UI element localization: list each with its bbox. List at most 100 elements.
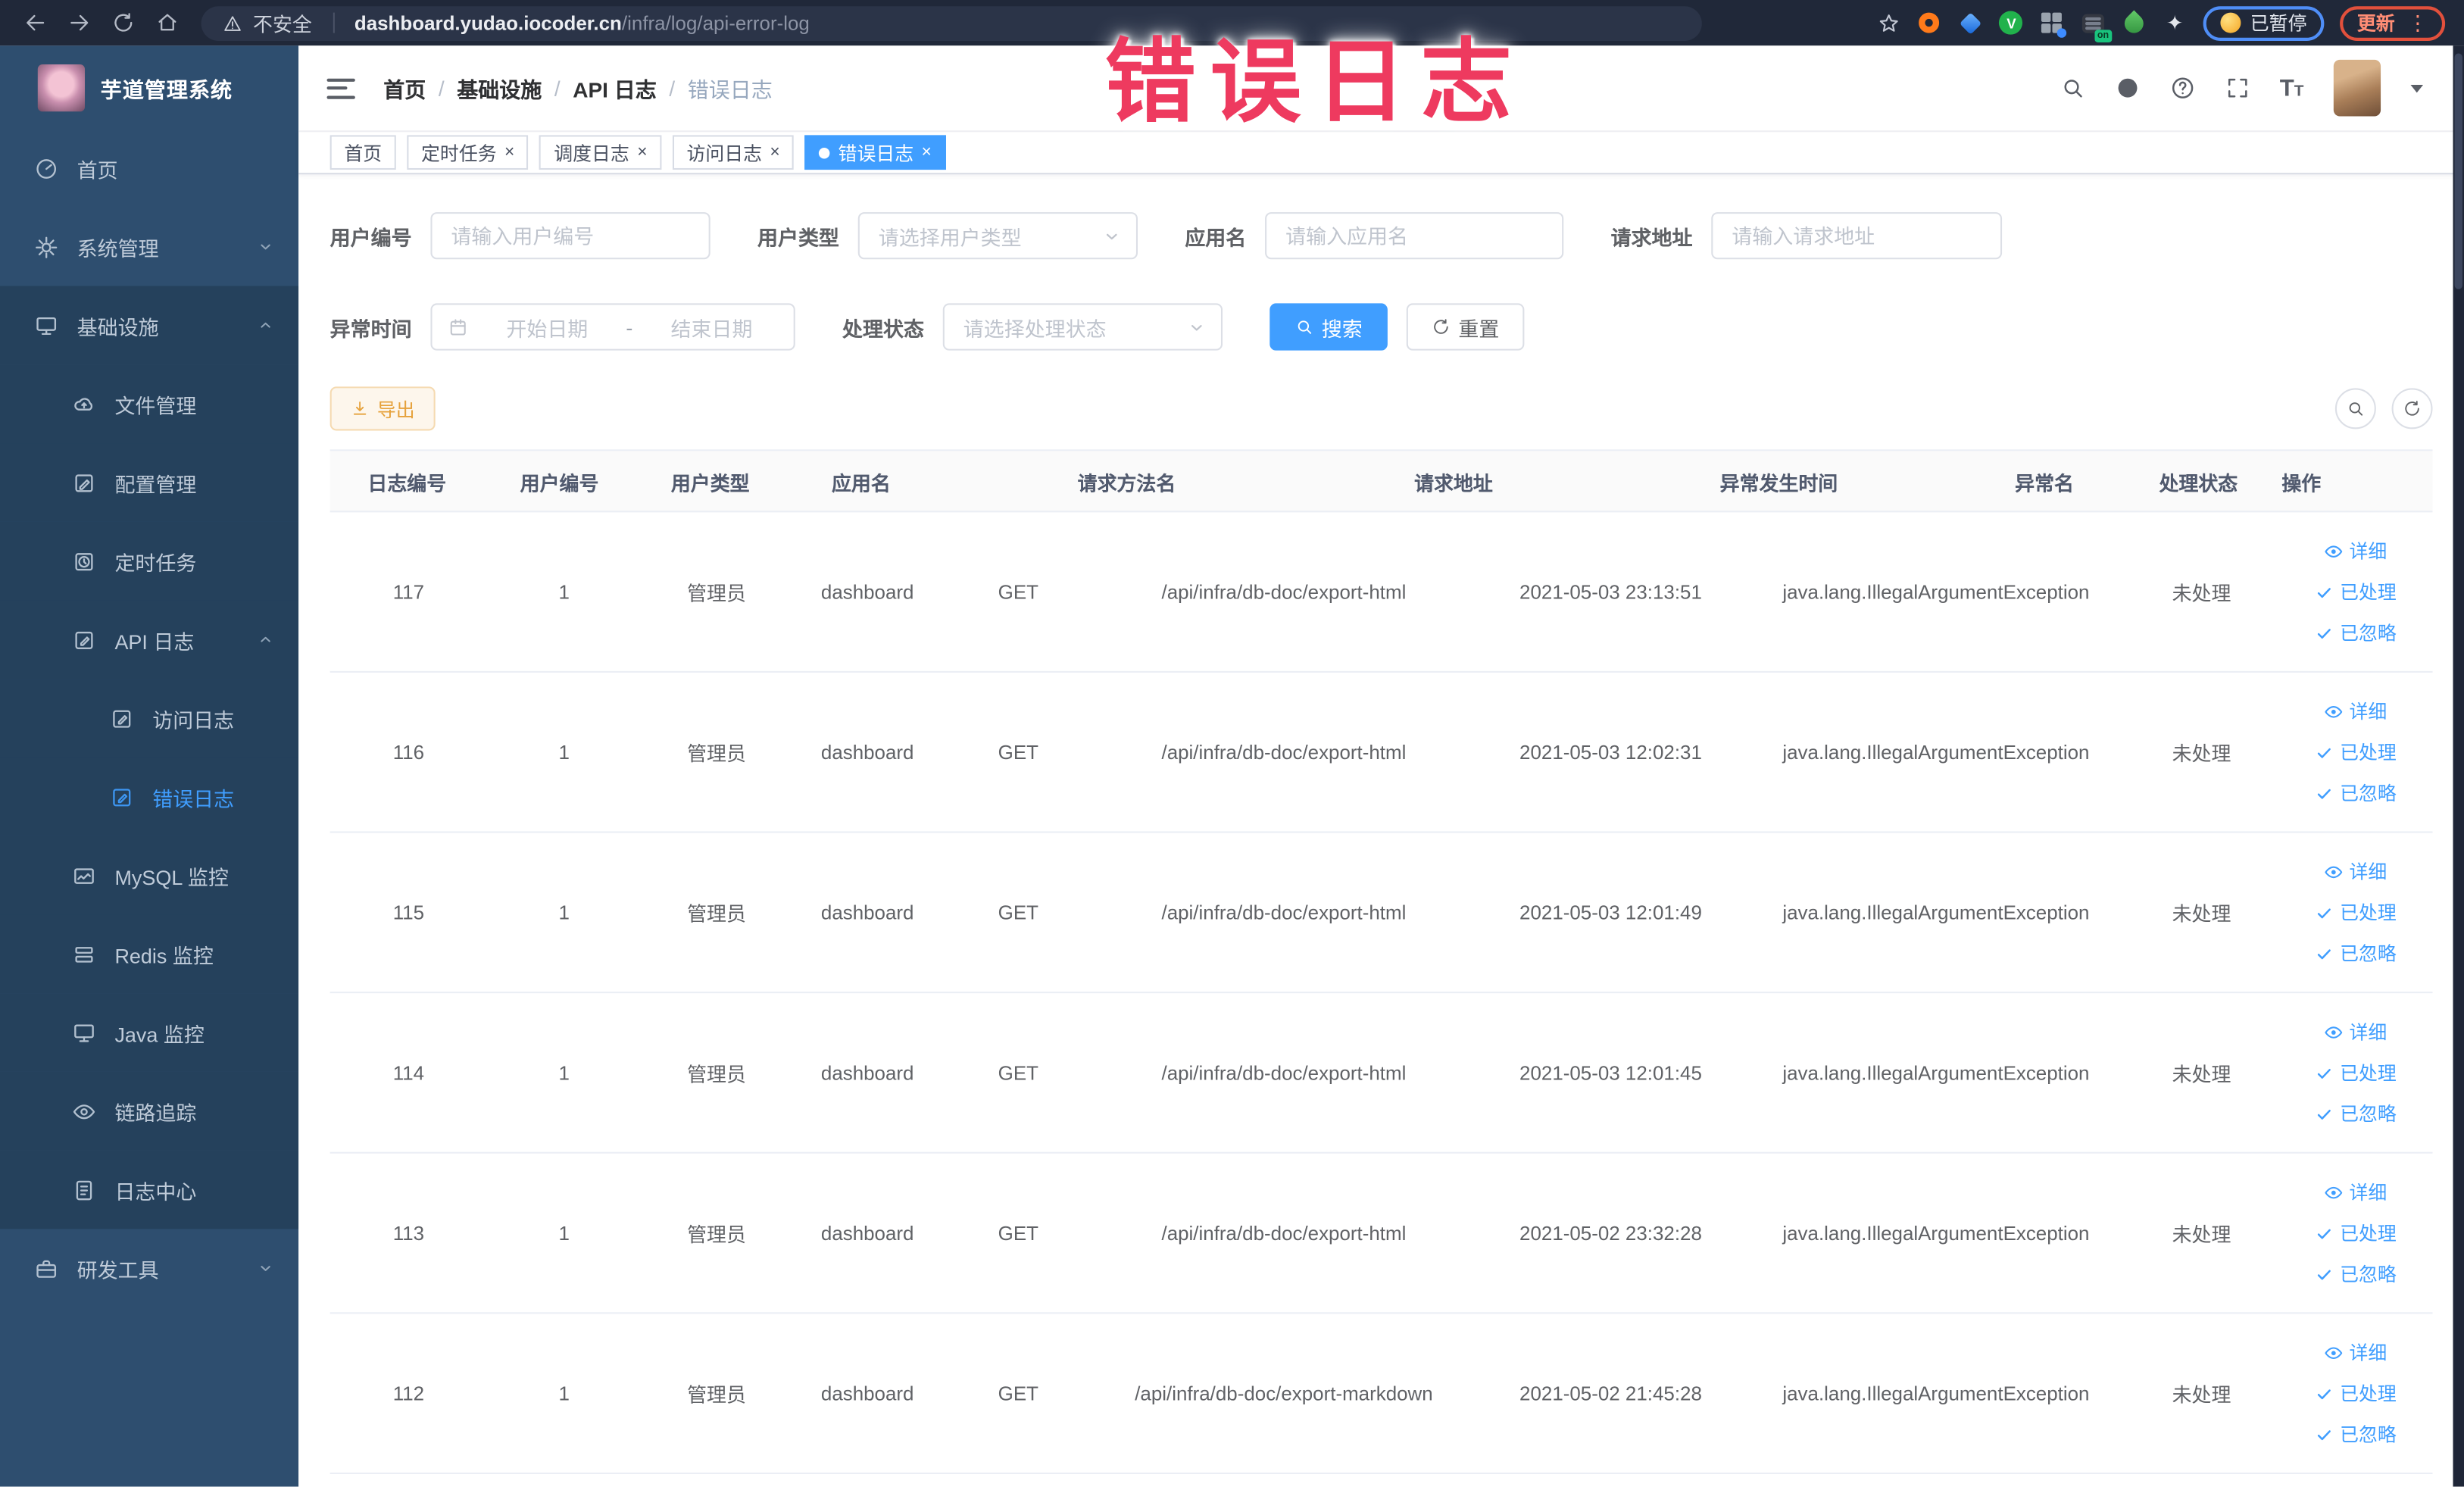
user-id-input[interactable] xyxy=(430,212,710,260)
view-tab[interactable]: 错误日志 × xyxy=(804,135,946,170)
cell-user-type: 管理员 xyxy=(687,1384,746,1407)
breadcrumb-item[interactable]: API 日志 / xyxy=(573,72,688,103)
tab-close-icon[interactable]: × xyxy=(922,143,932,161)
sidebar-item[interactable]: 链路追踪 xyxy=(0,1071,299,1151)
detail-link[interactable]: 详细 xyxy=(2324,1339,2387,1366)
sidebar: 芋道管理系统 首页 系统管理 基础设施 文件管理 配置管理 定时任务 API 日… xyxy=(0,45,299,1487)
mark-ignored-link[interactable]: 已忽略 xyxy=(2315,1261,2397,1287)
sidebar-item[interactable]: 文件管理 xyxy=(0,364,299,444)
font-size-icon[interactable]: TT xyxy=(2280,75,2304,102)
fullscreen-icon[interactable] xyxy=(2225,76,2250,101)
sidebar-item[interactable]: MySQL 监控 xyxy=(0,836,299,915)
breadcrumb-item[interactable]: 首页 / xyxy=(383,72,457,103)
extension-green-v-icon[interactable]: V xyxy=(1999,10,2024,35)
menu-item-label: 访问日志 xyxy=(152,708,235,732)
end-date-placeholder: 结束日期 xyxy=(670,317,753,341)
mark-ignored-link[interactable]: 已忽略 xyxy=(2315,940,2397,967)
mark-ignored-link[interactable]: 已忽略 xyxy=(2315,779,2397,806)
breadcrumb-item[interactable]: 错误日志 / xyxy=(688,72,773,103)
sidebar-item[interactable]: 错误日志 xyxy=(0,757,299,836)
app-name-input[interactable] xyxy=(1265,212,1564,260)
view-tab[interactable]: 调度日志 × xyxy=(539,135,662,170)
extension-blue-shield-icon[interactable] xyxy=(1958,10,1983,35)
mark-ignored-link[interactable]: 已忽略 xyxy=(2315,619,2397,645)
tab-close-icon[interactable]: × xyxy=(770,143,779,161)
home-icon[interactable] xyxy=(148,4,186,42)
detail-link[interactable]: 详细 xyxy=(2324,1179,2387,1205)
process-status-select[interactable]: 请选择处理状态 xyxy=(942,303,1223,351)
mark-processed-link[interactable]: 已处理 xyxy=(2315,1220,2397,1246)
mark-processed-link[interactable]: 已处理 xyxy=(2315,1380,2397,1407)
table-header-cell: 应用名 xyxy=(831,472,891,495)
cell-method: GET xyxy=(998,741,1038,764)
sidebar-item[interactable]: 研发工具 xyxy=(0,1229,298,1307)
sidebar-item[interactable]: 访问日志 xyxy=(0,679,299,758)
docs-question-icon[interactable] xyxy=(2169,76,2194,101)
cell-status: 未处理 xyxy=(2172,1064,2231,1086)
cell-exception-time: 2021-05-02 23:32:28 xyxy=(1519,1222,1702,1245)
app-logo[interactable]: 芋道管理系统 xyxy=(0,45,298,129)
toggle-search-button[interactable] xyxy=(2334,388,2376,430)
cell-app-name: dashboard xyxy=(820,901,914,923)
back-icon[interactable] xyxy=(16,4,54,42)
mark-ignored-link[interactable]: 已忽略 xyxy=(2315,1100,2397,1126)
profile-paused-chip[interactable]: 已暂停 xyxy=(2203,5,2325,40)
detail-link[interactable]: 详细 xyxy=(2324,698,2387,724)
user-avatar[interactable] xyxy=(2333,59,2381,117)
extension-switch-icon[interactable]: on xyxy=(2081,10,2113,42)
search-button[interactable]: 搜索 xyxy=(1269,303,1388,351)
chrome-update-button[interactable]: 更新 ⋮ xyxy=(2340,5,2446,40)
extensions-puzzle-icon[interactable]: ✦ xyxy=(2163,10,2188,35)
view-tab[interactable]: 首页 xyxy=(329,135,396,170)
cell-user-id: 1 xyxy=(558,741,570,764)
hamburger-icon[interactable] xyxy=(326,77,355,98)
cell-actions: 详细 已处理 已忽略 xyxy=(2278,833,2432,992)
tab-close-icon[interactable]: × xyxy=(504,143,514,161)
extension-orange-icon[interactable] xyxy=(1917,10,1942,35)
scrollbar-thumb[interactable] xyxy=(2454,53,2462,289)
avatar-caret-icon[interactable] xyxy=(2410,83,2424,92)
cell-actions: 详细 已处理 已忽略 xyxy=(2278,1154,2432,1313)
exception-time-range-picker[interactable]: 开始日期 - 结束日期 xyxy=(430,303,795,351)
search-icon[interactable] xyxy=(2060,76,2085,101)
menu-item-icon xyxy=(110,707,133,730)
extension-leaf-icon[interactable] xyxy=(2120,9,2147,36)
sidebar-item[interactable]: 配置管理 xyxy=(0,443,299,522)
page-scrollbar[interactable] xyxy=(2453,45,2464,1487)
view-tab[interactable]: 定时任务 × xyxy=(407,135,529,170)
bookmark-star-icon[interactable] xyxy=(1876,10,1901,35)
browser-menu-icon[interactable]: ⋮ xyxy=(2407,10,2428,35)
export-button[interactable]: 导出 xyxy=(329,386,436,431)
reload-icon[interactable] xyxy=(104,4,142,42)
detail-link[interactable]: 详细 xyxy=(2324,858,2387,885)
mark-ignored-link[interactable]: 已忽略 xyxy=(2315,1420,2397,1447)
sidebar-item[interactable]: Redis 监控 xyxy=(0,914,299,994)
cell-exception-name: java.lang.IllegalArgumentException xyxy=(1782,1061,2090,1084)
refresh-table-button[interactable] xyxy=(2391,388,2433,430)
view-tab[interactable]: 访问日志 × xyxy=(672,135,795,170)
request-url-input[interactable] xyxy=(1711,212,2003,260)
sidebar-item[interactable]: 系统管理 xyxy=(0,208,298,286)
sidebar-item[interactable]: 首页 xyxy=(0,129,298,208)
browser-extensions-area: V on ✦ 已暂停 更新 ⋮ xyxy=(1876,5,2448,42)
url-path: /infra/log/api-error-log xyxy=(621,11,810,34)
mark-processed-link[interactable]: 已处理 xyxy=(2315,1059,2397,1086)
user-type-select[interactable]: 请选择用户类型 xyxy=(857,212,1138,260)
reset-button[interactable]: 重置 xyxy=(1406,303,1525,351)
mark-processed-link[interactable]: 已处理 xyxy=(2315,899,2397,926)
extension-grid-icon[interactable] xyxy=(2040,10,2067,37)
mark-processed-link[interactable]: 已处理 xyxy=(2315,739,2397,765)
annotation-error-log-text: 错误日志 xyxy=(1104,31,1526,134)
sidebar-item[interactable]: API 日志 xyxy=(0,600,299,679)
github-icon[interactable] xyxy=(2115,76,2140,101)
sidebar-item[interactable]: Java 监控 xyxy=(0,993,299,1072)
sidebar-item[interactable]: 定时任务 xyxy=(0,521,299,601)
tab-close-icon[interactable]: × xyxy=(637,143,647,161)
detail-link[interactable]: 详细 xyxy=(2324,538,2387,564)
detail-link[interactable]: 详细 xyxy=(2324,1018,2387,1045)
sidebar-item[interactable]: 基础设施 xyxy=(0,286,299,365)
mark-processed-link[interactable]: 已处理 xyxy=(2315,578,2397,604)
sidebar-item[interactable]: 日志中心 xyxy=(0,1150,299,1229)
breadcrumb-item[interactable]: 基础设施 / xyxy=(457,72,573,103)
forward-icon[interactable] xyxy=(60,4,98,42)
